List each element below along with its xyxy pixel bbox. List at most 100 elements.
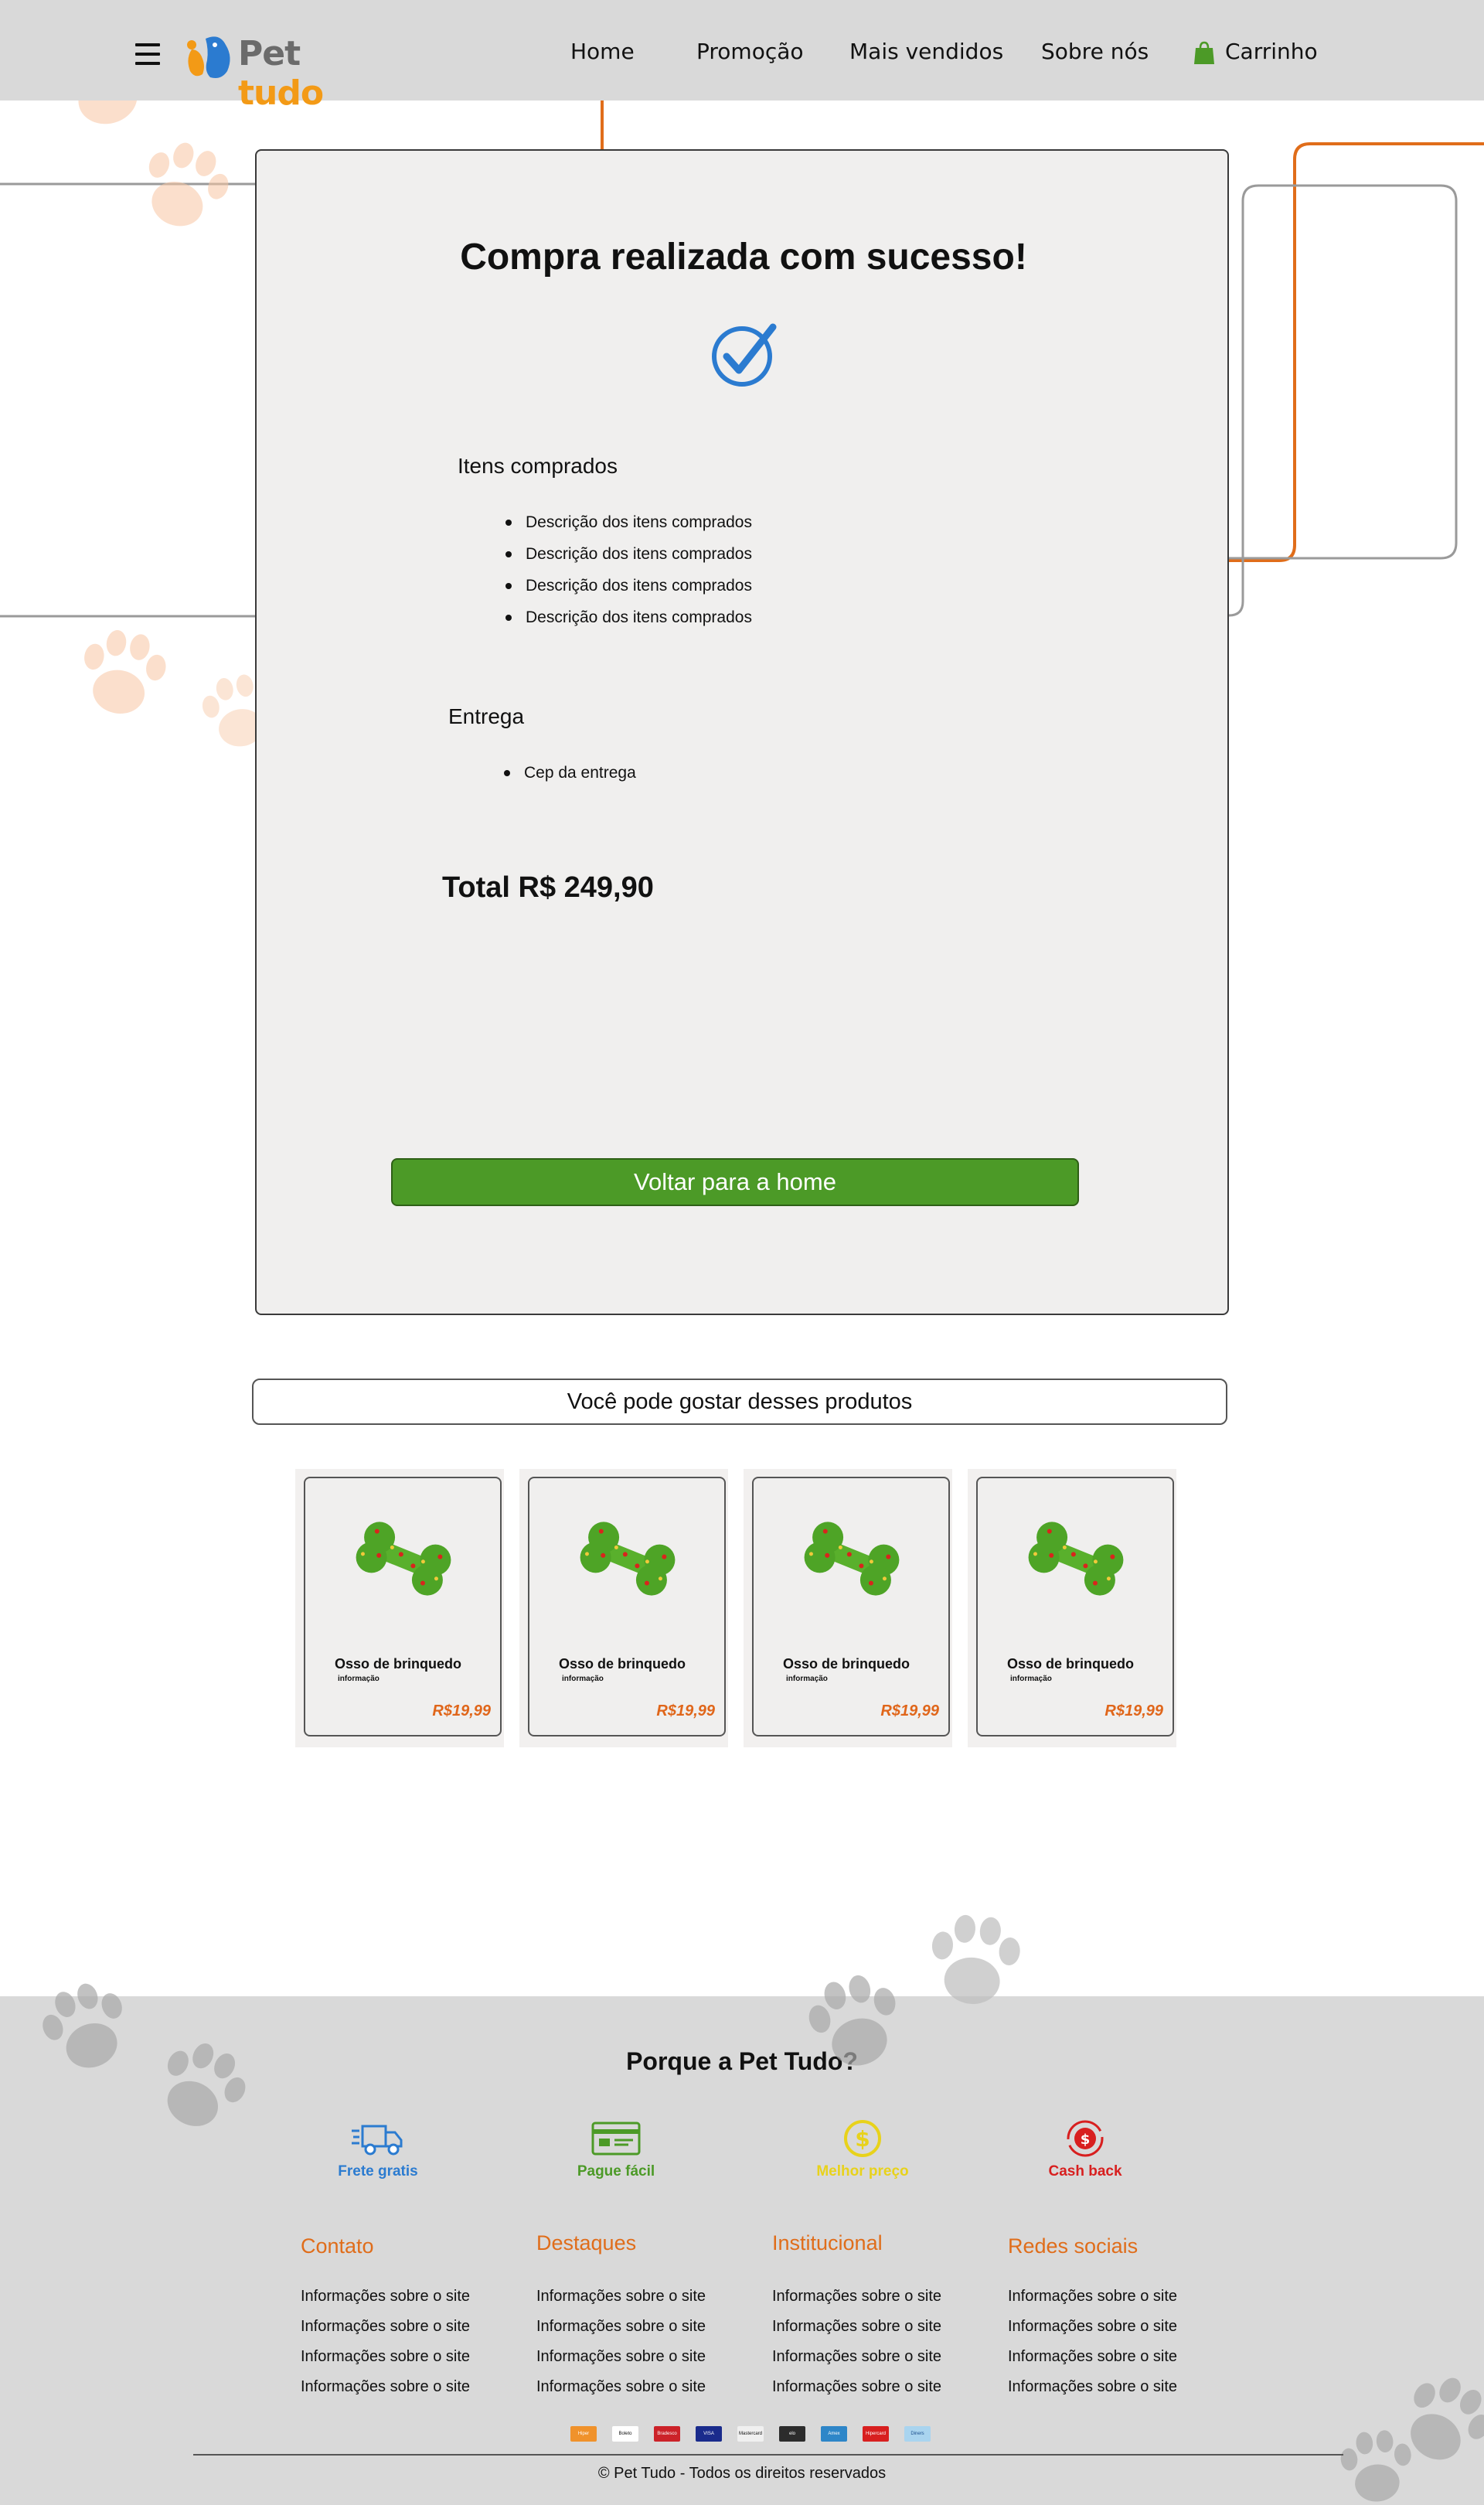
footer-link[interactable]: Informações sobre o site — [301, 2372, 517, 2402]
bone-toy-icon — [1028, 1522, 1124, 1596]
logo-wordmark: Pet tudo — [238, 34, 391, 113]
list-item: Descrição dos itens comprados — [505, 602, 752, 633]
pet-logo-icon — [187, 36, 230, 78]
footer-column-redes-sociais: Redes sociais Informações sobre o site I… — [1008, 2234, 1224, 2402]
list-item: Descrição dos itens comprados — [505, 538, 752, 570]
product-grid: Osso de brinquedo informação R$19,99 Osso d… — [295, 1469, 1184, 1747]
bone-toy-icon — [804, 1522, 900, 1596]
footer-column-institucional: Institucional Informações sobre o site I… — [772, 2231, 989, 2402]
payment-badge: Diners — [904, 2426, 931, 2442]
list-item: Descrição dos itens comprados — [505, 506, 752, 538]
recommendations-title: Você pode gostar desses produtos — [252, 1379, 1227, 1425]
back-to-home-button[interactable]: Voltar para a home — [391, 1158, 1079, 1206]
payment-badge: Hiper — [570, 2426, 597, 2442]
hamburger-menu-icon[interactable] — [135, 43, 160, 65]
nav-sobre-nos[interactable]: Sobre nós — [1041, 39, 1149, 64]
cashback-icon: $ — [1067, 2120, 1104, 2157]
feature-label: Cash back — [1048, 2163, 1122, 2180]
nav-home[interactable]: Home — [570, 39, 635, 64]
product-card-frame: Osso de brinquedo informação R$19,99 — [976, 1477, 1174, 1736]
paw-print-icon — [1340, 2430, 1411, 2502]
footer-link[interactable]: Informações sobre o site — [1008, 2282, 1224, 2312]
product-card-frame: Osso de brinquedo informação R$19,99 — [528, 1477, 726, 1736]
product-info: informação — [786, 1675, 828, 1683]
footer-link[interactable]: Informações sobre o site — [1008, 2342, 1224, 2372]
product-name: Osso de brinquedo — [559, 1656, 686, 1672]
footer-link[interactable]: Informações sobre o site — [536, 2342, 753, 2372]
paw-print-icon — [931, 1914, 1020, 2004]
footer-column-title: Institucional — [772, 2231, 883, 2254]
product-info: informação — [1010, 1675, 1052, 1683]
logo-pet-text: Pet — [238, 34, 301, 73]
paw-print-icon — [84, 630, 166, 714]
success-title: Compra realizada com sucesso! — [460, 237, 1027, 278]
delivery-list: Cep da entrega — [504, 757, 636, 789]
product-card[interactable]: Osso de brinquedo informação R$19,99 — [519, 1469, 728, 1747]
product-price: R$19,99 — [880, 1702, 939, 1719]
site-logo[interactable]: Pet tudo — [182, 28, 391, 113]
product-card[interactable]: Osso de brinquedo informação R$19,99 — [295, 1469, 504, 1747]
feature-label: Melhor preço — [816, 2163, 909, 2180]
footer-link[interactable]: Informações sobre o site — [301, 2282, 517, 2312]
logo-tudo-text: tudo — [238, 73, 324, 113]
payment-badge: VISA — [696, 2426, 722, 2442]
purchased-items-list: Descrição dos itens comprados Descrição … — [505, 506, 752, 633]
delivery-truck-icon — [352, 2125, 403, 2156]
feature-pague-facil: Pague fácil — [539, 2118, 693, 2180]
feature-frete-gratis: Frete gratis — [301, 2118, 455, 2180]
product-name: Osso de brinquedo — [783, 1656, 910, 1672]
check-circle-icon — [712, 323, 777, 387]
product-card[interactable]: Osso de brinquedo informação R$19,99 — [968, 1469, 1176, 1747]
footer-column-title: Destaques — [536, 2231, 637, 2254]
product-card-frame: Osso de brinquedo informação R$19,99 — [752, 1477, 950, 1736]
footer-link[interactable]: Informações sobre o site — [536, 2312, 753, 2342]
product-card-frame: Osso de brinquedo informação R$19,99 — [304, 1477, 502, 1736]
nav-mais-vendidos[interactable]: Mais vendidos — [849, 39, 1003, 64]
payment-badge: Mastercard — [737, 2426, 764, 2442]
cart-label: Carrinho — [1225, 39, 1318, 64]
items-section-label: Itens comprados — [458, 454, 618, 478]
product-info: informação — [562, 1675, 604, 1683]
order-confirmation-card: Compra realizada com sucesso! Itens comp… — [255, 149, 1229, 1315]
feature-cash-back: $ Cash back — [1008, 2118, 1162, 2180]
payment-card-icon — [591, 2122, 641, 2156]
footer-link[interactable]: Informações sobre o site — [301, 2312, 517, 2342]
footer-link[interactable]: Informações sobre o site — [772, 2342, 989, 2372]
nav-promocao[interactable]: Promoção — [696, 39, 804, 64]
svg-text:$: $ — [855, 2126, 870, 2152]
copyright: © Pet Tudo - Todos os direitos reservado… — [597, 2465, 887, 2482]
order-total: Total R$ 249,90 — [442, 871, 654, 904]
product-card[interactable]: Osso de brinquedo informação R$19,99 — [744, 1469, 952, 1747]
footer-column-destaques: Destaques Informações sobre o site Infor… — [536, 2231, 753, 2402]
payment-badge: elo — [779, 2426, 805, 2442]
product-price: R$19,99 — [432, 1702, 491, 1719]
payment-badge: Boleto — [612, 2426, 638, 2442]
site-header: Pet tudo Home Promoção Mais vendidos Sob… — [0, 0, 1484, 113]
payment-methods: Hiper Boleto Bradesco VISA Mastercard elo Amex… — [570, 2426, 941, 2443]
footer-link[interactable]: Informações sobre o site — [1008, 2312, 1224, 2342]
bone-toy-icon — [580, 1522, 676, 1596]
footer-column-contato: Contato Informações sobre o site Informa… — [301, 2234, 517, 2402]
product-price: R$19,99 — [1104, 1702, 1163, 1719]
product-name: Osso de brinquedo — [335, 1656, 462, 1672]
product-name: Osso de brinquedo — [1007, 1656, 1135, 1672]
footer-link[interactable]: Informações sobre o site — [301, 2342, 517, 2372]
payment-badge: Hipercard — [863, 2426, 889, 2442]
shopping-bag-icon — [1194, 41, 1214, 64]
footer-column-title: Contato — [301, 2234, 374, 2258]
footer-link[interactable]: Informações sobre o site — [536, 2372, 753, 2402]
footer-link[interactable]: Informações sobre o site — [772, 2372, 989, 2402]
footer-link[interactable]: Informações sobre o site — [772, 2312, 989, 2342]
footer-link[interactable]: Informações sobre o site — [1008, 2372, 1224, 2402]
footer-column-title: Redes sociais — [1008, 2234, 1139, 2258]
footer-link[interactable]: Informações sobre o site — [536, 2282, 753, 2312]
delivery-section-label: Entrega — [448, 704, 525, 728]
svg-text:$: $ — [1081, 2132, 1091, 2148]
feature-label: Frete gratis — [338, 2163, 418, 2180]
footer-divider — [193, 2454, 1343, 2456]
footer-link[interactable]: Informações sobre o site — [772, 2282, 989, 2312]
bone-toy-icon — [356, 1522, 451, 1596]
list-item: Descrição dos itens comprados — [505, 570, 752, 602]
list-item: Cep da entrega — [504, 757, 636, 789]
product-info: informação — [338, 1675, 380, 1683]
